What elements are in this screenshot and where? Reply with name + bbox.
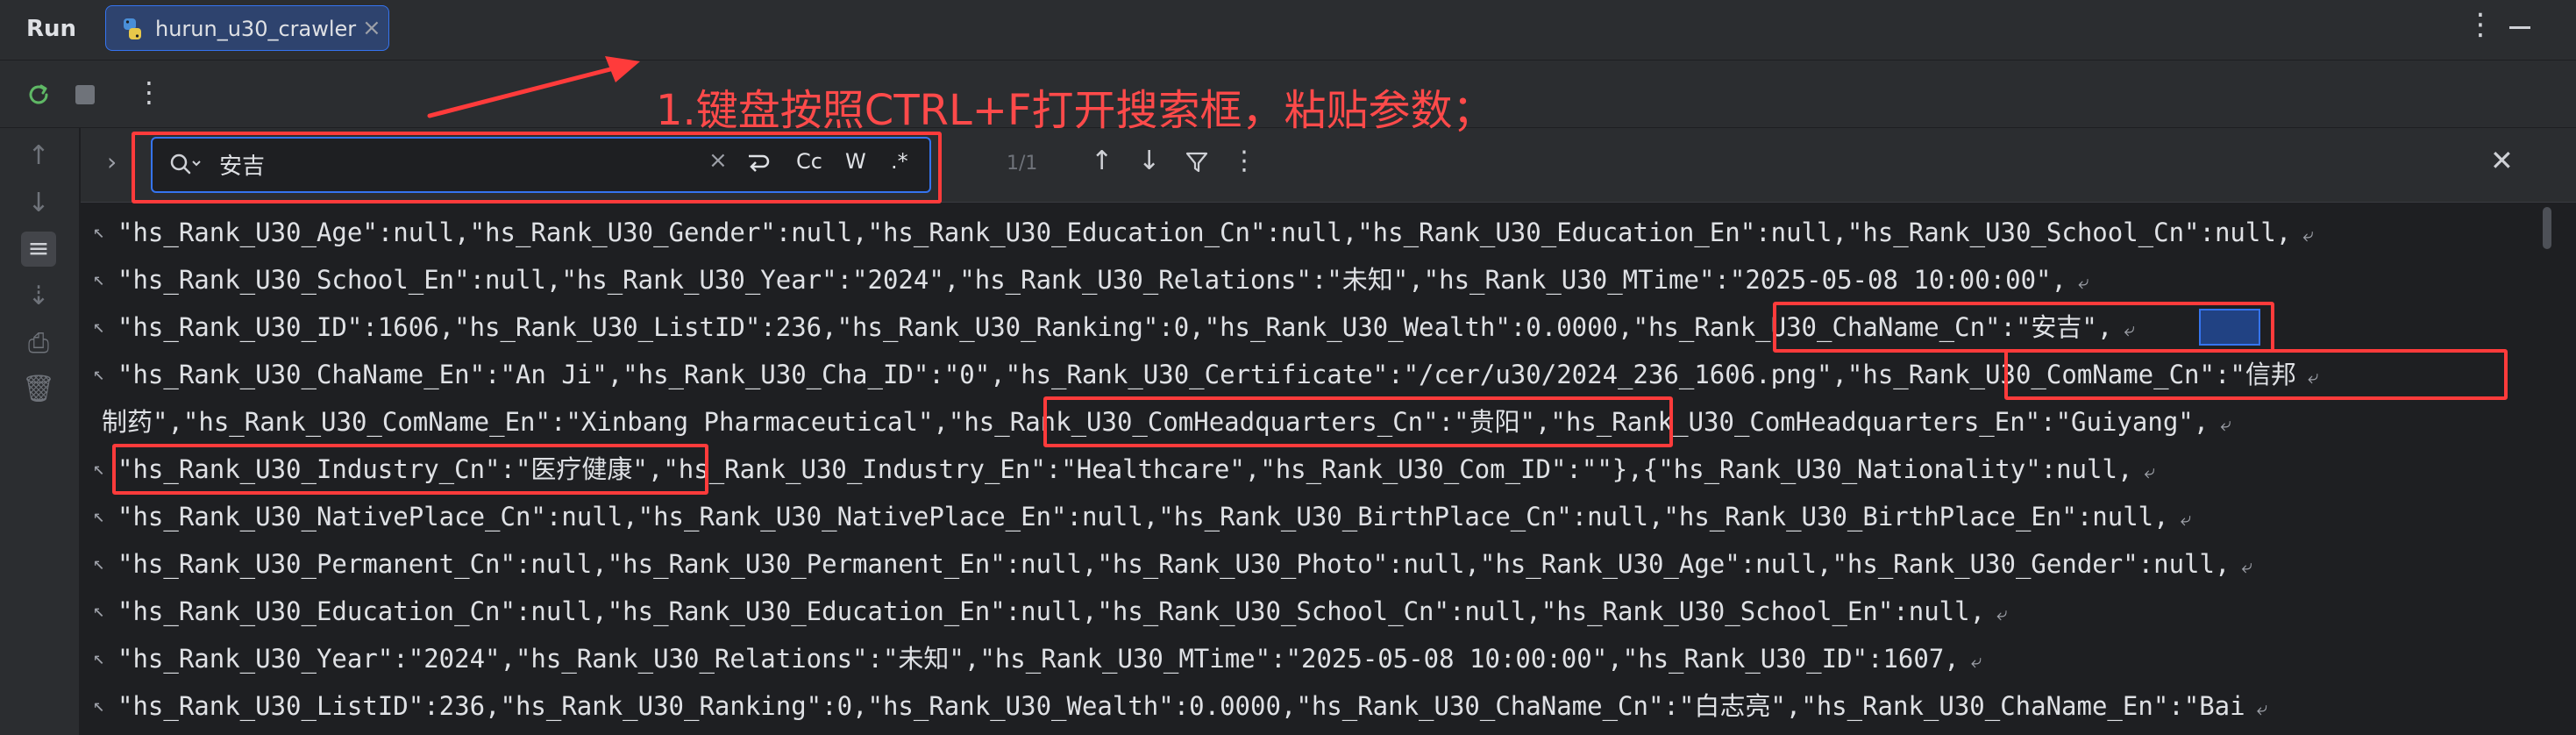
next-occurrence-icon[interactable]: ↓ <box>1138 146 1160 176</box>
soft-wrap-icon: ⤶ <box>2066 272 2089 294</box>
tab-hurun-u30-crawler[interactable]: hurun_u30_crawler × <box>105 5 389 51</box>
console-line: ↖ "hs_Rank_U30_Age":null,"hs_Rank_U30_Gen… <box>81 209 2536 256</box>
console-line: ↖ "hs_Rank_U30_Permanent_Cn":null,"hs_Ran… <box>81 540 2536 588</box>
wrap-indicator-icon: ↖ <box>93 505 105 527</box>
rerun-icon[interactable] <box>25 81 53 109</box>
close-search-icon[interactable]: ✕ <box>2490 144 2514 177</box>
chevron-right-icon[interactable]: › <box>107 147 117 176</box>
close-icon[interactable]: × <box>362 15 381 41</box>
wrap-indicator-icon: ↖ <box>93 268 105 290</box>
comname-highlight <box>2004 349 2508 400</box>
soft-wrap-icon: ⤶ <box>2245 698 2268 720</box>
soft-wrap-icon: ⤶ <box>2209 414 2231 436</box>
console-line: ↖ "hs_Rank_U30_School_En":null,"hs_Rank_U… <box>81 256 2536 303</box>
print-icon[interactable]: ⎙ <box>21 326 56 361</box>
filter-icon[interactable] <box>1184 149 1210 175</box>
stop-icon[interactable] <box>75 85 95 104</box>
wrap-indicator-icon: ↖ <box>93 221 105 243</box>
soft-wrap-icon: ⤶ <box>2291 225 2314 246</box>
comheadquarters-highlight <box>1043 396 1673 447</box>
toolbar-more-icon[interactable]: ⋮ <box>135 75 163 109</box>
industry-highlight <box>112 444 708 495</box>
search-box-highlight <box>132 132 942 203</box>
wrap-indicator-icon: ↖ <box>93 647 105 669</box>
wrap-indicator-icon: ↖ <box>93 695 105 717</box>
wrap-indicator-icon: ↖ <box>93 316 105 338</box>
soft-wrap-icon: ⤶ <box>1959 651 1982 673</box>
soft-wrap-icon: ⤶ <box>2230 556 2252 578</box>
wrap-indicator-icon: ↖ <box>93 458 105 480</box>
arrow-down-icon[interactable]: ↓ <box>21 186 56 221</box>
match-count: 1/1 <box>1007 153 1038 175</box>
more-options-icon[interactable]: ⋮ <box>2466 7 2495 42</box>
annotation-text: 1.键盘按照CTRL+F打开搜索框，粘贴参数； <box>656 86 1495 135</box>
console-line: ↖ "hs_Rank_U30_NativePlace_Cn":null,"hs_R… <box>81 493 2536 540</box>
annotation-arrow-icon <box>427 56 640 118</box>
wrap-indicator-icon: ↖ <box>93 363 105 385</box>
wrap-indicator-icon: ↖ <box>93 600 105 622</box>
search-more-icon[interactable]: ⋮ <box>1231 146 1257 176</box>
console-line: ↖ "hs_Rank_U30_Year":"2024","hs_Rank_U30_… <box>81 635 2536 682</box>
run-panel-title: Run <box>26 16 77 42</box>
chaname-highlight <box>1773 302 2274 353</box>
soft-wrap-icon: ⤶ <box>2168 509 2192 531</box>
previous-occurrence-icon[interactable]: ↑ <box>1091 146 1113 176</box>
scroll-to-end-icon[interactable]: ⇣ <box>21 279 56 314</box>
soft-wrap-icon[interactable]: ≡ <box>21 232 56 267</box>
trash-icon[interactable]: 🗑 <box>21 372 56 407</box>
minimize-icon[interactable] <box>2509 26 2530 29</box>
arrow-up-icon[interactable]: ↑ <box>21 139 56 174</box>
soft-wrap-icon: ⤶ <box>2132 461 2156 483</box>
vertical-scrollbar[interactable] <box>2543 207 2551 249</box>
soft-wrap-icon: ⤶ <box>1985 603 2008 625</box>
wrap-indicator-icon: ↖ <box>93 553 105 574</box>
tab-label: hurun_u30_crawler <box>155 17 357 41</box>
console-line: ↖ "hs_Rank_U30_Education_Cn":null,"hs_Ran… <box>81 588 2536 635</box>
console-line: ↖ "hs_Rank_U30_ListID":236,"hs_Rank_U30_R… <box>81 682 2536 730</box>
python-icon <box>124 18 141 39</box>
